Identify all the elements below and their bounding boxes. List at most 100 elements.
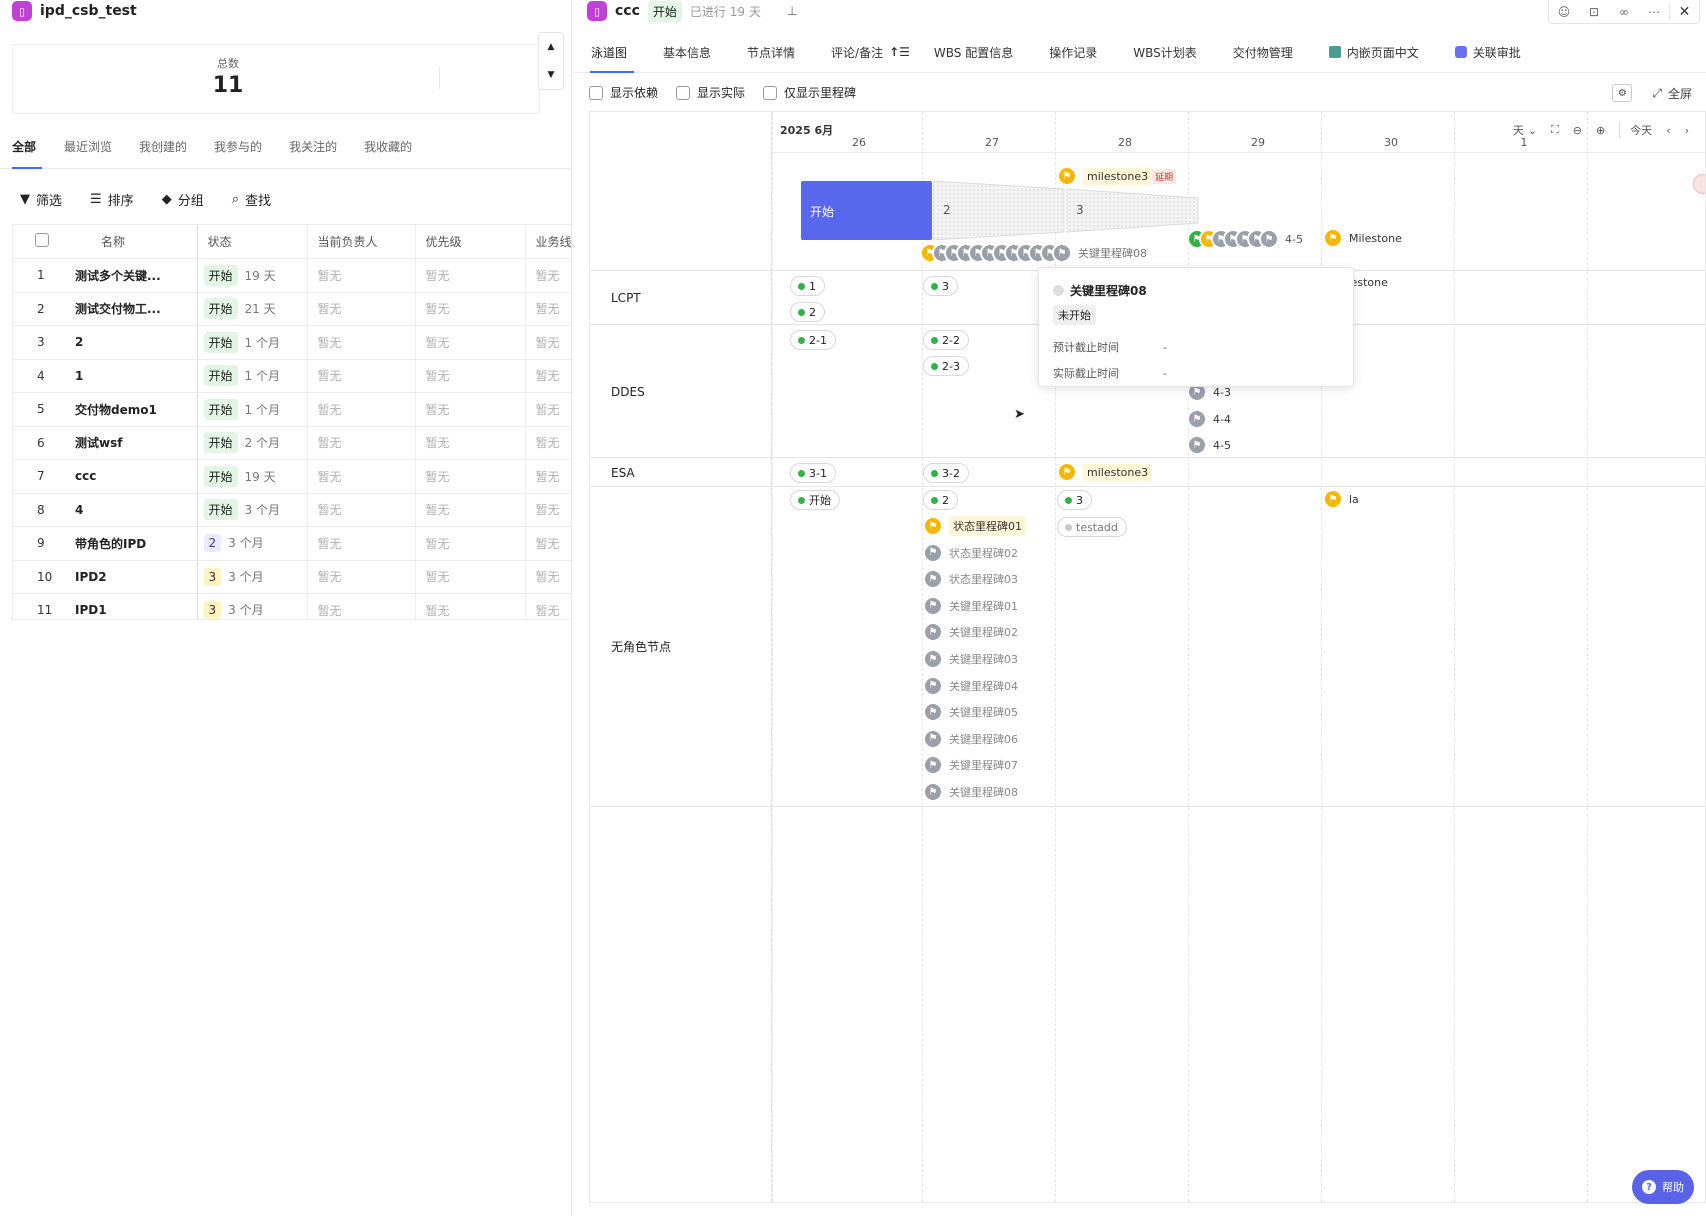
flag-node[interactable]: ⚑ 关键里程碑02 xyxy=(923,622,1018,643)
status-badge[interactable]: 开始 xyxy=(203,398,238,420)
flag-node[interactable]: ⚑ 状态里程碑02 xyxy=(923,542,1018,563)
zoom-out-icon[interactable]: ⊖ xyxy=(1573,124,1582,137)
tab-8[interactable]: 内嵌页面中文 xyxy=(1328,44,1419,61)
table-row[interactable]: 6 测试wsf 开始 2 个月 暂无 暂无 暂无 xyxy=(13,426,572,460)
tab-4[interactable]: 我关注的 xyxy=(289,138,337,155)
flag-node[interactable]: ⚑ 关键里程碑07 xyxy=(923,755,1018,776)
esa-milestone[interactable]: ⚑ milestone3 xyxy=(1057,462,1153,482)
settings-icon[interactable]: ⚙ xyxy=(1612,84,1633,102)
row-name[interactable]: 1 xyxy=(65,359,197,393)
row-name[interactable]: 4 xyxy=(65,493,197,527)
more-icon[interactable]: ⋯ xyxy=(1639,5,1669,19)
tab-7[interactable]: 交付物管理 xyxy=(1233,44,1293,61)
milestone-la[interactable]: ⚑ la xyxy=(1323,489,1359,509)
sort-button[interactable]: ☰ 排序 xyxy=(90,190,134,209)
tab-3[interactable]: 我参与的 xyxy=(214,138,262,155)
flag-node[interactable]: ⚑ 4-5 xyxy=(1187,435,1231,455)
status-badge[interactable]: 开始 xyxy=(203,432,238,454)
scroll-up-button[interactable]: ▲ xyxy=(539,33,563,61)
phase-start[interactable]: 开始 xyxy=(801,181,932,240)
table-row[interactable]: 9 带角色的IPD 2 3 个月 暂无 暂无 暂无 xyxy=(13,526,572,561)
node-pill[interactable]: 2-2 xyxy=(923,330,969,350)
option-checkbox-2[interactable]: 仅显示里程碑 xyxy=(763,84,856,101)
status-badge[interactable]: 开始 xyxy=(203,264,238,286)
row-name[interactable]: 交付物demo1 xyxy=(65,392,197,427)
node-pill[interactable]: 2 xyxy=(790,302,825,322)
node-pill[interactable]: 2 xyxy=(923,490,958,510)
milestone-delayed[interactable]: ⚑ milestone3 延期 xyxy=(1057,166,1177,186)
milestone-stack-4-5[interactable]: ⚑ ⚑ ⚑ ⚑ ⚑ ⚑ ⚑ 4-5 xyxy=(1187,228,1303,250)
select-all-checkbox[interactable] xyxy=(13,225,65,259)
node-pill[interactable]: 3 xyxy=(1057,490,1092,510)
option-checkbox-1[interactable]: 显示实际 xyxy=(676,84,745,101)
phase-3-shape[interactable] xyxy=(1066,188,1199,233)
row-name[interactable]: 测试多个关键... xyxy=(65,258,197,293)
link-icon[interactable]: ∞ xyxy=(1609,5,1639,19)
status-badge[interactable]: 开始 xyxy=(203,365,238,387)
fit-view-icon[interactable]: ⛶ xyxy=(1551,123,1559,137)
row-name[interactable]: 带角色的IPD xyxy=(65,526,197,561)
option-checkbox-0[interactable]: 显示依赖 xyxy=(589,84,658,101)
tab-0[interactable]: 泳道图 xyxy=(591,44,627,61)
tab-1[interactable]: 最近浏览 xyxy=(64,138,112,155)
tab-0[interactable]: 全部 xyxy=(12,138,36,155)
fullscreen-button[interactable]: ⤢ 全屏 xyxy=(1652,85,1692,102)
members-icon[interactable]: ☺ xyxy=(1549,5,1579,19)
status-badge[interactable]: 开始 xyxy=(647,0,682,22)
status-badge[interactable]: 3 xyxy=(203,601,222,619)
status-badge[interactable]: 3 xyxy=(203,567,222,586)
row-name[interactable]: 测试交付物工... xyxy=(65,292,197,326)
status-badge[interactable]: 开始 xyxy=(203,331,238,353)
milestone-top-right[interactable]: ⚑ Milestone xyxy=(1323,228,1402,248)
status-badge[interactable]: 开始 xyxy=(203,298,238,320)
flag-node[interactable]: ⚑ 关键里程碑04 xyxy=(923,675,1018,696)
table-row[interactable]: 3 2 开始 1 个月 暂无 暂无 暂无 xyxy=(13,325,572,360)
today-button[interactable]: 今天 xyxy=(1619,122,1652,138)
table-row[interactable]: 10 IPD2 3 3 个月 暂无 暂无 暂无 xyxy=(13,560,572,594)
help-button[interactable]: ? 帮助 xyxy=(1632,1170,1694,1204)
tab-3[interactable]: 评论/备注 ↑☰ xyxy=(831,44,910,61)
row-name[interactable]: IPD2 xyxy=(65,560,197,594)
flag-node[interactable]: ⚑ 关键里程碑03 xyxy=(923,649,1018,669)
tab-6[interactable]: WBS计划表 xyxy=(1133,44,1197,61)
node-pill[interactable]: 3 xyxy=(923,276,958,296)
flag-node[interactable]: ⚑ 关键里程碑01 xyxy=(923,595,1018,616)
bookmark-icon[interactable]: ⊡ xyxy=(1579,5,1609,19)
status-badge[interactable]: 开始 xyxy=(203,499,238,521)
status-badge[interactable]: 2 xyxy=(203,534,222,553)
flag-node[interactable]: ⚑ 4-4 xyxy=(1187,409,1231,429)
zoom-in-icon[interactable]: ⊕ xyxy=(1596,124,1605,137)
node-pill[interactable]: 3-1 xyxy=(790,463,836,483)
find-button[interactable]: ⌕ 查找 xyxy=(232,190,271,209)
flag-node[interactable]: ⚑ 状态里程碑03 xyxy=(923,569,1018,590)
row-name[interactable]: 2 xyxy=(65,325,197,360)
phase-2-shape[interactable] xyxy=(933,181,1065,240)
tab-2[interactable]: 我创建的 xyxy=(139,138,187,155)
close-icon[interactable]: ✕ xyxy=(1669,3,1699,20)
table-row[interactable]: 8 4 开始 3 个月 暂无 暂无 暂无 xyxy=(13,493,572,527)
tab-2[interactable]: 节点详情 xyxy=(747,44,795,61)
table-row[interactable]: 11 IPD1 3 3 个月 暂无 暂无 暂无 xyxy=(13,593,572,619)
pin-icon[interactable]: ⊥ xyxy=(787,4,797,18)
node-pill[interactable]: 1 xyxy=(790,276,825,296)
flag-node[interactable]: ⚑ 关键里程碑06 xyxy=(923,728,1018,749)
tab-9[interactable]: 关联审批 xyxy=(1454,44,1521,61)
flag-node[interactable]: ⚑ 关键里程碑05 xyxy=(923,702,1018,723)
table-row[interactable]: 5 交付物demo1 开始 1 个月 暂无 暂无 暂无 xyxy=(13,392,572,427)
floating-avatar[interactable] xyxy=(1693,174,1705,194)
table-row[interactable]: 1 测试多个关键... 开始 19 天暂无 暂无 暂无 xyxy=(13,258,572,293)
flag-node[interactable]: ⚑ 关键里程碑08 xyxy=(923,782,1018,802)
node-pill[interactable]: 2-1 xyxy=(790,330,836,350)
tab-5[interactable]: 操作记录 xyxy=(1049,44,1097,61)
node-pill[interactable]: 2-3 xyxy=(923,356,969,376)
group-button[interactable]: ◆ 分组 xyxy=(162,190,204,209)
row-name[interactable]: 测试wsf xyxy=(65,426,197,460)
table-row[interactable]: 2 测试交付物工... 开始 21 天暂无 暂无 暂无 xyxy=(13,292,572,326)
node-pill[interactable]: 开始 xyxy=(790,490,840,510)
row-name[interactable]: ccc xyxy=(65,459,197,494)
prev-icon[interactable]: ‹ xyxy=(1666,124,1670,137)
node-pill[interactable]: 3-2 xyxy=(923,463,969,483)
table-row[interactable]: 4 1 开始 1 个月 暂无 暂无 暂无 xyxy=(13,359,572,393)
row-name[interactable]: IPD1 xyxy=(65,593,197,619)
tab-5[interactable]: 我收藏的 xyxy=(364,138,412,155)
